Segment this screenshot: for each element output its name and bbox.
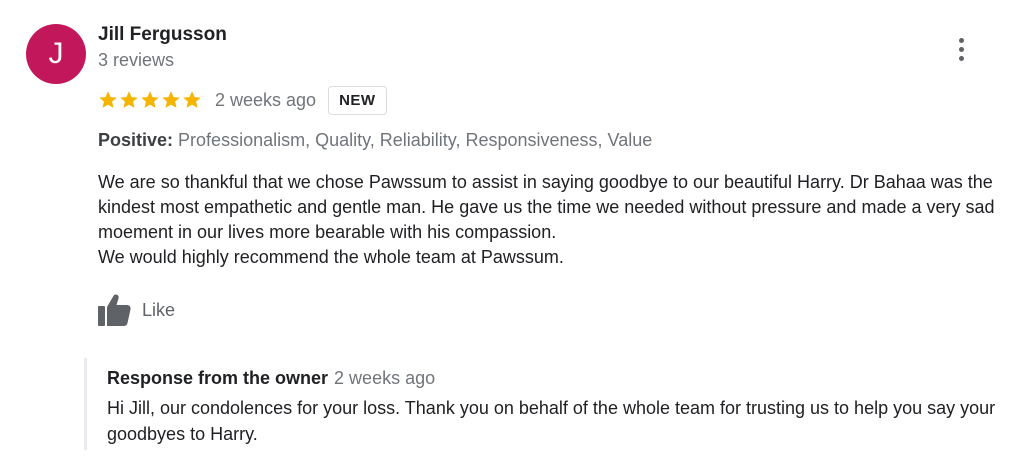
owner-response-time: 2 weeks ago: [334, 368, 436, 388]
like-label: Like: [142, 299, 176, 320]
positive-attributes-list: Professionalism, Quality, Reliability, R…: [178, 130, 653, 150]
avatar[interactable]: J: [26, 24, 86, 84]
star-icon: [99, 91, 117, 108]
star-icon: [141, 91, 159, 108]
review-text-paragraph: We would highly recommend the whole team…: [98, 247, 564, 267]
more-options-button[interactable]: [946, 34, 976, 64]
like-button[interactable]: Like: [96, 292, 175, 328]
star-icon: [183, 91, 201, 108]
star-rating: [98, 90, 203, 110]
owner-response: Response from the owner 2 weeks ago Hi Ji…: [84, 358, 1017, 450]
star-icon: [162, 91, 180, 108]
owner-response-header: Response from the owner 2 weeks ago: [107, 368, 435, 389]
rating-row: 2 weeks ago NEW: [98, 84, 387, 116]
positive-attributes: Positive: Professionalism, Quality, Reli…: [98, 130, 652, 151]
review-text-paragraph: We are so thankful that we chose Pawssum…: [98, 172, 995, 242]
new-badge: NEW: [328, 85, 387, 115]
review-time: 2 weeks ago: [215, 89, 317, 110]
review-count: 3 reviews: [98, 50, 175, 70]
avatar-initial: J: [48, 37, 64, 70]
star-icon: [120, 91, 138, 108]
positive-label: Positive:: [98, 130, 174, 150]
reviewer-name[interactable]: Jill Fergusson: [98, 24, 227, 46]
review-text: We are so thankful that we chose Pawssum…: [98, 170, 1013, 270]
thumbs-up-icon: [98, 294, 131, 326]
owner-response-text: Hi Jill, our condolences for your loss. …: [107, 398, 996, 444]
owner-response-label: Response from the owner: [107, 368, 329, 388]
